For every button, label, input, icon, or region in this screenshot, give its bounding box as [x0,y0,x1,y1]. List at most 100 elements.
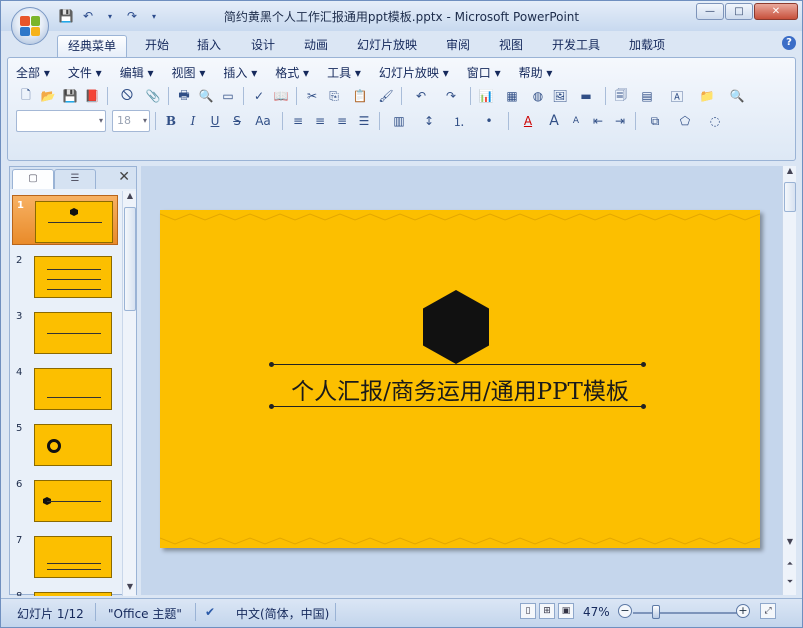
tab-review[interactable]: 审阅 [436,35,480,57]
bold-button[interactable]: B [161,111,181,131]
redo-icon[interactable]: ↷ [123,8,141,24]
menu-slideshow[interactable]: 幻灯片放映 ▾ [379,64,449,81]
menu-all[interactable]: 全部 ▾ [16,64,50,81]
current-slide[interactable]: 个人汇报/商务运用/通用PPT模板 [160,210,760,548]
slide-thumbnail[interactable]: 2 [12,251,118,301]
pane-scrollbar[interactable]: ▲ ▼ [122,191,136,596]
slide-thumbnail[interactable]: 8 [12,587,118,596]
menu-window[interactable]: 窗口 ▾ [467,64,501,81]
scroll-down-icon[interactable]: ▼ [124,582,136,596]
grow-font-button[interactable]: A [544,111,564,131]
decrease-indent-icon[interactable]: ⇤ [588,111,608,131]
tab-animation[interactable]: 动画 [294,35,338,57]
slide-thumbnail[interactable]: 6 [12,475,118,525]
slide-sorter-button[interactable]: ⊞ [539,603,555,619]
format-painter-icon[interactable]: 🖌 [376,86,396,106]
menu-tools[interactable]: 工具 ▾ [327,64,361,81]
menu-help[interactable]: 帮助 ▾ [519,64,553,81]
slide-thumbnail[interactable]: 3 [12,307,118,357]
slide-thumbnail[interactable]: 1 [12,195,118,245]
pane-close-button[interactable]: ✕ [118,169,130,185]
open-folder-icon[interactable]: 📂 [38,86,58,106]
slideshow-button[interactable]: ▣ [558,603,574,619]
arrange-icon[interactable]: ⧉ [641,111,669,131]
save-icon[interactable]: 💾 [60,86,80,106]
line-spacing-icon[interactable]: ↕ [415,111,443,131]
zoom-out-button[interactable]: − [618,604,632,618]
zoom-icon[interactable]: 🔍 [723,86,751,106]
redo-icon[interactable]: ↷ [437,86,465,106]
chart-icon[interactable]: 📊 [476,86,496,106]
scroll-up-icon[interactable]: ▲ [784,166,796,180]
italic-button[interactable]: I [183,111,203,131]
pdf-icon[interactable]: 📕 [82,86,102,106]
new-document-icon[interactable]: 🗋 [16,86,36,106]
tab-view[interactable]: 视图 [489,35,533,57]
copy-icon[interactable]: ⎘ [324,86,344,106]
zoom-slider-track[interactable] [633,612,737,614]
increase-indent-icon[interactable]: ⇥ [610,111,630,131]
underline-button[interactable]: U [205,111,225,131]
textbox-icon[interactable]: 🄰 [663,86,691,106]
cut-icon[interactable]: ✂ [302,86,322,106]
align-right-icon[interactable]: ≡ [332,111,352,131]
shrink-font-button[interactable]: A [566,111,586,131]
minimize-button[interactable]: — [696,3,724,20]
tab-home[interactable]: 开始 [135,35,179,57]
spell-check-icon[interactable]: ✔ [205,605,215,619]
maximize-button[interactable]: □ [725,3,753,20]
zoom-in-button[interactable]: + [736,604,750,618]
shape-outline-icon[interactable]: ◌ [701,111,729,131]
zoom-level[interactable]: 47% [583,605,610,619]
attach-icon[interactable]: 📎 [143,86,163,106]
customize-qat-icon[interactable]: ▾ [145,8,163,24]
clipart-icon[interactable]: ◍ [528,86,548,106]
tab-slideshow[interactable]: 幻灯片放映 [347,35,427,57]
tab-developer[interactable]: 开发工具 [542,35,610,57]
new-slide-icon[interactable]: 🗐 [611,86,631,106]
help-icon[interactable]: ? [782,36,796,50]
scroll-down-icon[interactable]: ▼ [784,537,796,551]
print-icon[interactable]: 🖶 [174,86,194,106]
fill-color-icon[interactable]: ▬ [572,86,600,106]
picture-icon[interactable]: 🖼 [550,86,570,106]
previous-slide-icon[interactable]: ⏶ [784,559,796,573]
menu-edit[interactable]: 编辑 ▾ [120,64,154,81]
undo-icon[interactable]: ↶ [79,8,97,24]
font-color-button[interactable]: A [514,111,542,131]
slide-thumbnail[interactable]: 4 [12,363,118,413]
scroll-thumb[interactable] [784,182,796,212]
slides-tab[interactable]: ▢ [12,169,54,189]
close-button[interactable]: ✕ [754,3,798,20]
menu-view[interactable]: 视图 ▾ [172,64,206,81]
align-center-icon[interactable]: ≡ [310,111,330,131]
normal-view-button[interactable]: ▯ [520,603,536,619]
paste-icon[interactable]: 📋 [346,86,374,106]
font-name-combo[interactable]: ▾ [16,110,106,132]
zoom-slider-thumb[interactable] [652,605,660,619]
layout-icon[interactable]: ▤ [633,86,661,106]
tab-insert[interactable]: 插入 [187,35,231,57]
scroll-up-icon[interactable]: ▲ [124,191,136,205]
editor-scrollbar[interactable]: ▲ ▼ ⏶ ⏷ [782,166,796,595]
print-preview-icon[interactable]: 🔍 [196,86,216,106]
dropdown-icon[interactable]: ▾ [101,8,119,24]
undo-icon[interactable]: ↶ [407,86,435,106]
tab-classic-menu[interactable]: 经典菜单 [57,35,128,57]
normal-view-icon[interactable]: ▭ [218,86,238,106]
fit-to-window-icon[interactable]: ⤢ [760,603,776,619]
table-icon[interactable]: ▦ [498,86,526,106]
save-icon[interactable]: 💾 [57,8,75,24]
tab-addins[interactable]: 加载项 [619,35,675,57]
research-icon[interactable]: 📖 [271,86,291,106]
tab-design[interactable]: 设计 [241,35,285,57]
numbering-icon[interactable]: ⒈ [445,111,473,131]
slide-thumbnail[interactable]: 5 [12,419,118,469]
permission-icon[interactable]: 🛇 [113,86,141,106]
font-size-combo[interactable]: 18 ▾ [112,110,150,132]
shadow-button[interactable]: S [227,111,247,131]
align-left-icon[interactable]: ≡ [288,111,308,131]
columns-icon[interactable]: ▥ [385,111,413,131]
menu-format[interactable]: 格式 ▾ [275,64,309,81]
justify-icon[interactable]: ☰ [354,111,374,131]
